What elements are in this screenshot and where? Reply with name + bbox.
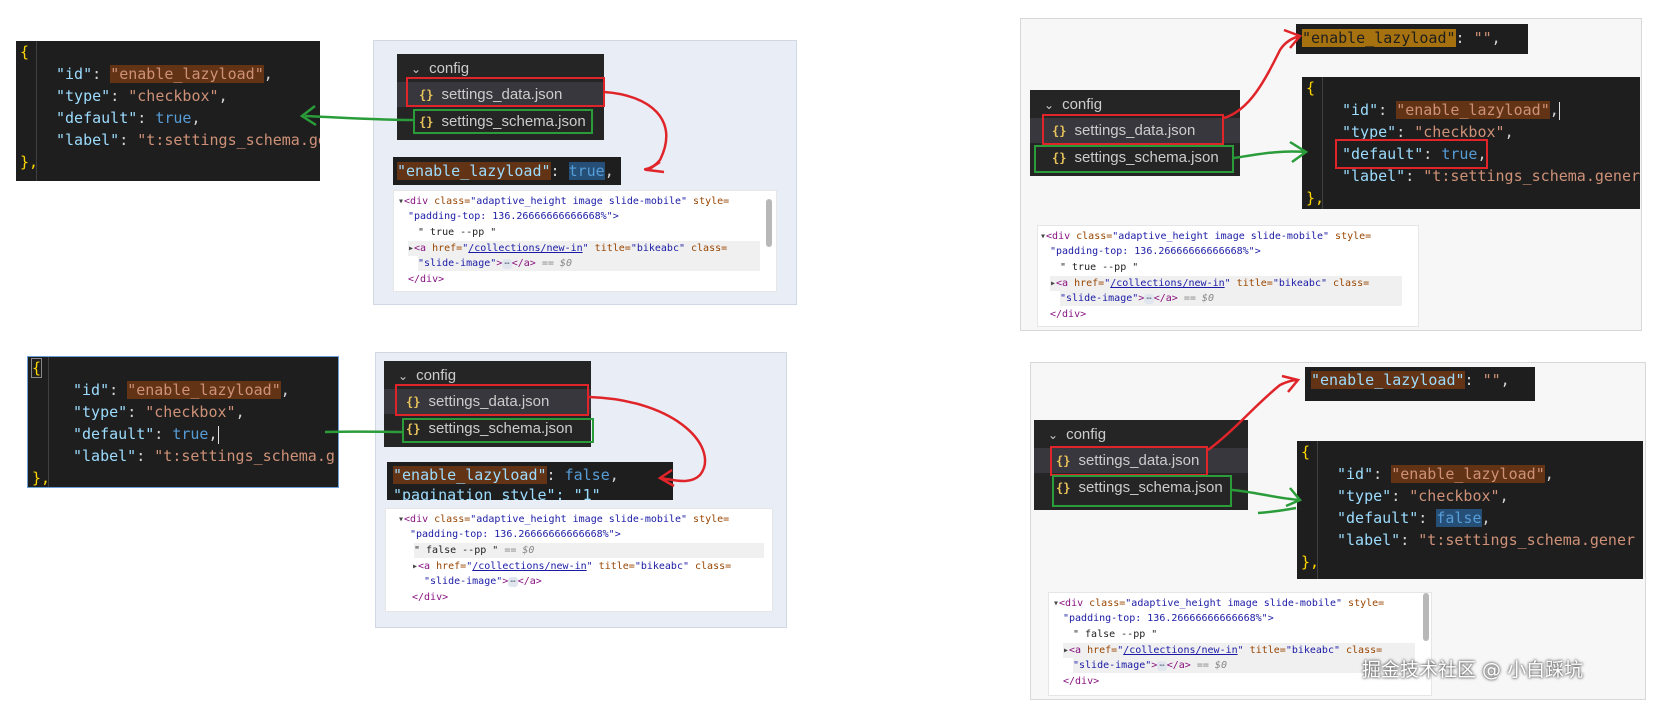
devtools-line-style: "padding-top: 136.26666666666668%"> xyxy=(408,211,619,222)
code-line-open: { xyxy=(1301,443,1311,461)
annotation-box-green xyxy=(402,418,594,443)
devtools-text-node[interactable]: " true --pp " xyxy=(418,225,496,240)
code-line-label: "label": "t:settings_schema.g xyxy=(73,447,335,465)
code-line-id: "id": "enable_lazyload", xyxy=(1342,101,1560,120)
code-line-label: "label": "t:settings_schema.gen xyxy=(56,131,320,149)
snippet-next-line: "pagination_style": "1" xyxy=(393,486,601,500)
data-snippet-top-left: "enable_lazyload": true, xyxy=(393,157,621,185)
devtools-line-div[interactable]: ▾<div class="adaptive_height image slide… xyxy=(1040,229,1371,244)
folder-label: config xyxy=(1062,96,1103,113)
devtools-panel-top-left: ▾<div class="adaptive_height image slide… xyxy=(393,190,777,292)
code-line-type: "type": "checkbox", xyxy=(1337,487,1509,505)
devtools-line-anchor[interactable]: ▸<a href="/collections/new-in" title="bi… xyxy=(408,241,760,256)
devtools-line-div[interactable]: ▾<div class="adaptive_height image slide… xyxy=(1053,596,1384,611)
code-line-type: "type": "checkbox", xyxy=(73,403,245,421)
devtools-line-anchor[interactable]: ▸<a href="/collections/new-in" title="bi… xyxy=(412,559,731,574)
devtools-line-style: "padding-top: 136.26666666666668%"> xyxy=(410,529,621,540)
devtools-line-anchor-class: "slide-image"> ⋯ </a> == $0 xyxy=(1060,291,1402,306)
watermark: 掘金技术社区 @ 小白踩坑 xyxy=(1362,659,1584,681)
annotation-box-red xyxy=(406,77,605,107)
snippet-line: "enable_lazyload": "", xyxy=(1311,371,1510,389)
folder-config[interactable]: ⌄ config xyxy=(1034,422,1248,447)
code-line-open: { xyxy=(20,43,30,61)
data-snippet-bottom-left: "enable_lazyload": false, "pagination_st… xyxy=(387,462,673,500)
devtools-scrollbar[interactable] xyxy=(766,199,772,247)
code-line-default: "default": true, xyxy=(73,425,219,444)
annotation-box-green xyxy=(413,109,593,134)
folder-label: config xyxy=(416,367,457,384)
devtools-line-div-close: </div> xyxy=(408,274,445,285)
code-line-id: "id": "enable_lazyload", xyxy=(56,65,273,83)
devtools-line-style: "padding-top: 136.26666666666668%"> xyxy=(1063,613,1274,624)
chevron-down-icon: ⌄ xyxy=(398,368,409,383)
devtools-line-div-close: </div> xyxy=(1063,676,1100,687)
devtools-line-anchor[interactable]: ▸<a href="/collections/new-in" title="bi… xyxy=(1050,276,1402,291)
devtools-panel-bottom-left: ▾<div class="adaptive_height image slide… xyxy=(385,508,773,612)
devtools-text-node[interactable]: " false --pp " == $0 xyxy=(414,543,764,558)
folder-label: config xyxy=(1066,426,1107,443)
code-line-open: { xyxy=(1306,79,1316,97)
devtools-line-div-close: </div> xyxy=(1050,309,1087,320)
ellipsis-icon[interactable]: ⋯ xyxy=(1157,661,1167,671)
ellipsis-icon[interactable]: ⋯ xyxy=(502,259,512,269)
annotation-box-red xyxy=(395,384,589,416)
code-line-close: }, xyxy=(1301,553,1320,571)
annotation-box-green xyxy=(1034,145,1234,173)
devtools-line-anchor-class: "slide-image"> ⋯ </a> == $0 xyxy=(418,256,760,271)
code-line-default: "default": true, xyxy=(56,109,201,127)
code-line-id: "id": "enable_lazyload", xyxy=(73,381,290,399)
devtools-line-style: "padding-top: 136.26666666666668%"> xyxy=(1050,246,1261,257)
snippet-line: "enable_lazyload": "", xyxy=(1302,29,1501,47)
code-line-close: }, xyxy=(32,469,51,487)
chevron-down-icon: ⌄ xyxy=(1048,427,1059,442)
devtools-line-div-close: </div> xyxy=(412,592,449,603)
devtools-line-div[interactable]: ▾<div class="adaptive_height image slide… xyxy=(398,194,729,209)
code-line-id: "id": "enable_lazyload", xyxy=(1337,465,1554,483)
devtools-line-anchor-class: "slide-image"> ⋯ </a> xyxy=(424,576,542,587)
code-panel-top-left: { "id": "enable_lazyload", "type": "chec… xyxy=(16,41,320,181)
code-line-close: }, xyxy=(20,153,39,171)
code-panel-bottom-left: { "id": "enable_lazyload", "type": "chec… xyxy=(27,356,339,488)
code-line-close: }, xyxy=(1306,189,1325,207)
annotation-box-green xyxy=(1052,475,1232,507)
chevron-down-icon: ⌄ xyxy=(1044,97,1055,112)
chevron-down-icon: ⌄ xyxy=(411,61,422,76)
annotation-box-red xyxy=(1050,446,1208,476)
devtools-panel-top-right: ▾<div class="adaptive_height image slide… xyxy=(1037,225,1419,327)
code-line-default: "default": false, xyxy=(1337,509,1491,527)
snippet-line: "enable_lazyload": true, xyxy=(397,162,614,180)
code-panel-bottom-right: { "id": "enable_lazyload", "type": "chec… xyxy=(1297,441,1643,579)
code-line-open: { xyxy=(30,358,43,378)
folder-label: config xyxy=(429,60,470,77)
data-snippet-bottom-right: "enable_lazyload": "", xyxy=(1305,367,1535,401)
data-snippet-top-right: "enable_lazyload": "", xyxy=(1296,24,1528,54)
code-line-type: "type": "checkbox", xyxy=(56,87,228,105)
devtools-text-node[interactable]: " false --pp " xyxy=(1073,627,1157,642)
ellipsis-icon[interactable]: ⋯ xyxy=(1144,294,1154,304)
devtools-line-div[interactable]: ▾<div class="adaptive_height image slide… xyxy=(398,512,729,527)
devtools-text-node[interactable]: " true --pp " xyxy=(1060,260,1138,275)
annotation-box-red xyxy=(1335,139,1488,169)
ellipsis-icon[interactable]: ⋯ xyxy=(508,577,518,587)
text-cursor xyxy=(217,425,219,444)
text-cursor xyxy=(1558,101,1560,120)
devtools-scrollbar[interactable] xyxy=(1423,593,1429,641)
code-line-label: "label": "t:settings_schema.gener xyxy=(1337,531,1636,549)
annotation-box-red xyxy=(1042,114,1224,145)
